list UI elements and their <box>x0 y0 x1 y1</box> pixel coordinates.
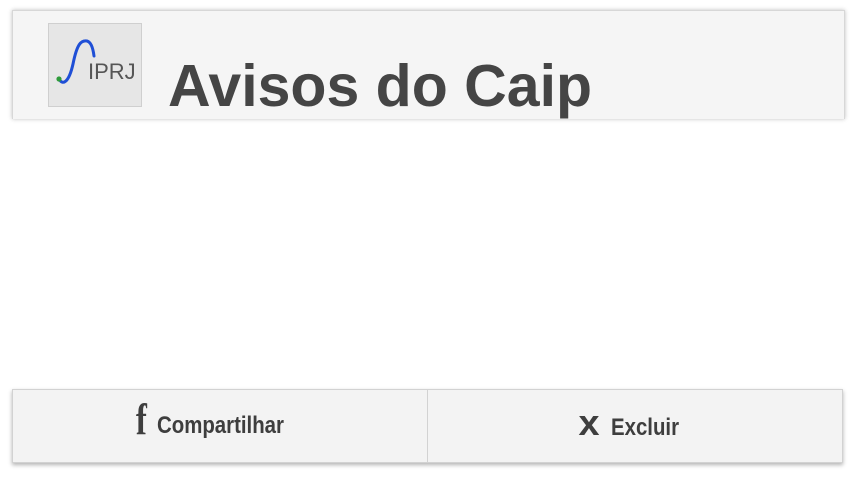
share-button-label: Compartilhar <box>156 412 284 439</box>
page-title: Avisos do Caip <box>168 53 593 119</box>
action-bar: f Compartilhar x Excluir <box>12 389 843 463</box>
header-card: IPRJ Avisos do Caip <box>12 10 845 119</box>
iprj-logo: IPRJ <box>48 23 142 107</box>
screen: IPRJ Avisos do Caip f Compartilhar x Exc… <box>0 0 854 480</box>
logo-text: IPRJ <box>88 59 136 84</box>
share-button[interactable]: f Compartilhar <box>13 390 427 462</box>
delete-button-label: Excluir <box>610 414 680 441</box>
delete-button[interactable]: x Excluir <box>427 390 842 462</box>
facebook-icon: f <box>135 395 147 444</box>
close-icon: x <box>578 402 600 443</box>
